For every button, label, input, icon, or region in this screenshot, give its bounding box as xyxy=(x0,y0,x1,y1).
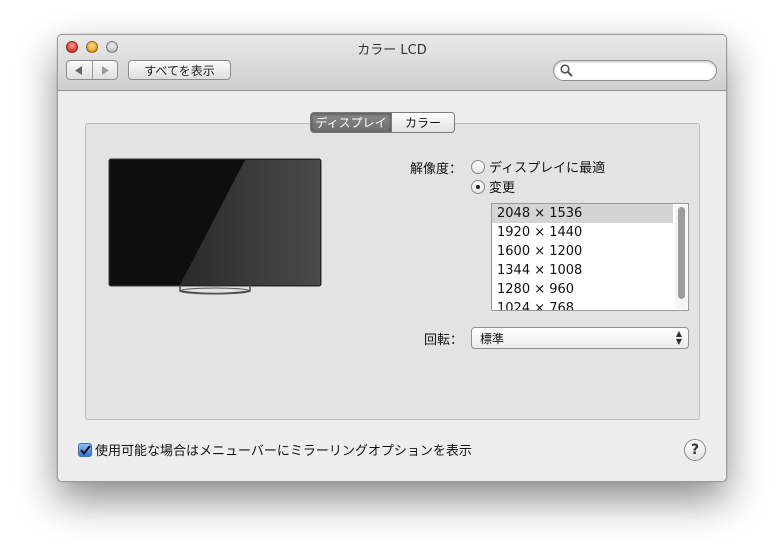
mirroring-option[interactable]: 使用可能な場合はメニューバーにミラーリングオプションを表示 xyxy=(78,440,472,459)
resolution-list[interactable]: 2048 × 1536 1920 × 1440 1600 × 1200 1344… xyxy=(491,203,689,311)
best-for-display-label: ディスプレイに最適 xyxy=(489,161,606,176)
best-for-display-option[interactable]: ディスプレイに最適 xyxy=(471,157,605,176)
resolution-scrollbar[interactable] xyxy=(675,205,687,309)
search-input[interactable] xyxy=(576,62,712,80)
mirroring-checkbox[interactable] xyxy=(78,442,92,457)
search-field[interactable] xyxy=(553,60,717,81)
show-all-button[interactable]: すべてを表示 xyxy=(128,60,231,80)
resolution-label: 解像度： xyxy=(410,162,463,177)
checkmark-icon xyxy=(79,444,91,455)
mirroring-label: 使用可能な場合はメニューバーにミラーリングオプションを表示 xyxy=(95,444,472,459)
tab-color[interactable]: カラー xyxy=(391,113,454,132)
resolution-item[interactable]: 1920 × 1440 xyxy=(492,223,673,242)
scrollbar-thumb[interactable] xyxy=(678,207,685,299)
back-button[interactable] xyxy=(67,61,92,79)
triangle-left-icon xyxy=(75,65,83,75)
rotation-popup[interactable]: 標準 ▲ ▼ xyxy=(471,327,689,349)
forward-button[interactable] xyxy=(91,61,118,79)
resolution-item[interactable]: 1344 × 1008 xyxy=(492,261,673,280)
rotation-label: 回転： xyxy=(424,333,464,348)
search-icon xyxy=(560,64,573,77)
rotation-value: 標準 xyxy=(480,331,505,346)
tab-display[interactable]: ディスプレイ xyxy=(311,113,391,132)
scaled-radio[interactable] xyxy=(471,179,485,194)
back-forward-control xyxy=(66,60,118,80)
display-image xyxy=(108,158,322,295)
best-for-display-radio[interactable] xyxy=(471,159,485,174)
scaled-option[interactable]: 変更 xyxy=(471,177,515,196)
window-title: カラー LCD xyxy=(357,43,427,58)
help-button[interactable]: ? xyxy=(684,439,706,461)
resolution-item[interactable]: 1600 × 1200 xyxy=(492,242,673,261)
resolution-item[interactable]: 1024 × 768 xyxy=(492,299,673,310)
resolution-item[interactable]: 1280 × 960 xyxy=(492,280,673,299)
scaled-label: 変更 xyxy=(489,181,516,196)
triangle-right-icon xyxy=(101,65,109,75)
preferences-window: カラー LCD すべてを表示 ディスプレイ カラー 解像度： ディスプレイに最適… xyxy=(57,34,727,482)
toolbar: カラー LCD すべてを表示 xyxy=(58,35,726,91)
updown-arrows-icon: ▲ ▼ xyxy=(675,329,682,346)
resolution-item[interactable]: 2048 × 1536 xyxy=(492,204,673,223)
tab-bar: ディスプレイ カラー xyxy=(310,112,455,133)
